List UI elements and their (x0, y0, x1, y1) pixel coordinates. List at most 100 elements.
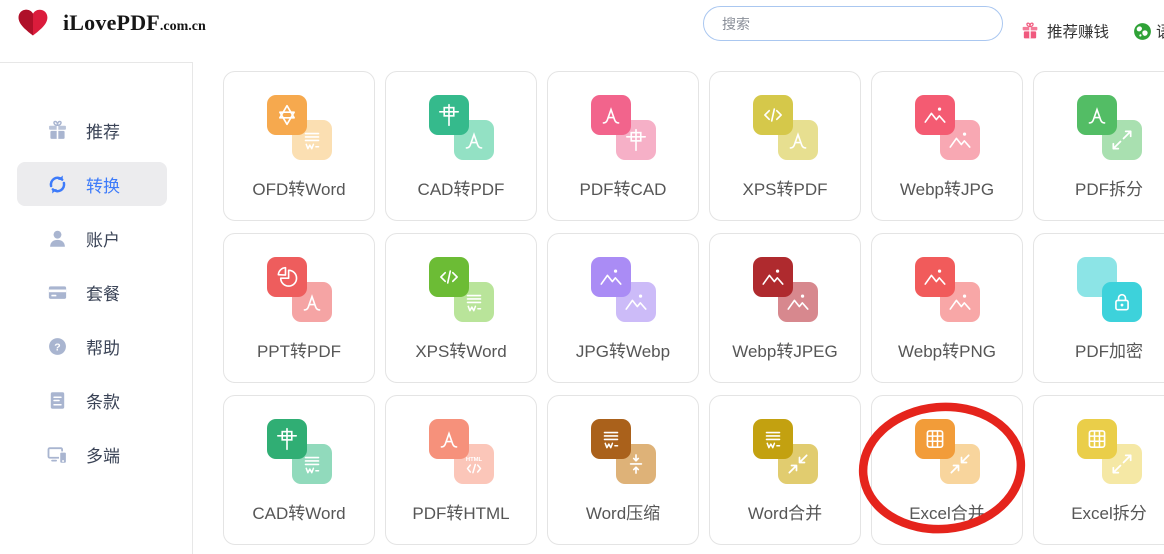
globe-icon (1132, 21, 1153, 42)
code-glyph-icon (760, 102, 786, 128)
icon-front-square (267, 257, 307, 297)
tool-card-jpg-to-webp[interactable]: JPG转Webp (547, 233, 699, 383)
tool-icon-jpg-to-webp (591, 257, 656, 322)
tool-card-label: Word合并 (748, 499, 822, 524)
icon-front-square (429, 419, 469, 459)
icon-front-square (753, 95, 793, 135)
sidebar-item-multi-device[interactable]: 多端 (17, 432, 167, 476)
tool-card-label: PPT转PDF (257, 337, 341, 362)
language-label: 语言 (1156, 20, 1164, 42)
sidebar-item-recommend[interactable]: 推荐 (17, 108, 167, 152)
site-logo[interactable]: iLovePDF.com.cn (16, 7, 206, 38)
tool-card-excel-merge[interactable]: Excel合并 (871, 395, 1023, 545)
brand-name: iLovePDF.com.cn (63, 10, 206, 36)
sidebar-item-label: 条款 (86, 388, 120, 413)
tools-grid: OFD转Word CAD转PDF PDF转CAD XPS转PDF Webp转JP… (223, 71, 1164, 545)
icon-front-square (429, 257, 469, 297)
sidebar-item-label: 账户 (86, 226, 120, 251)
tool-card-webp-to-png[interactable]: Webp转PNG (871, 233, 1023, 383)
code-glyph-icon (436, 264, 462, 290)
search-input[interactable] (703, 6, 1003, 41)
gift-icon (46, 119, 69, 142)
tool-card-xps-to-pdf[interactable]: XPS转PDF (709, 71, 861, 221)
tool-card-label: PDF转CAD (580, 175, 667, 200)
icon-front-square (915, 257, 955, 297)
tool-icon-word-compress (591, 419, 656, 484)
heart-logo-icon (16, 7, 50, 38)
tool-card-label: JPG转Webp (576, 337, 670, 362)
tool-icon-cad-to-word (267, 419, 332, 484)
tool-card-label: PDF拆分 (1075, 175, 1143, 200)
tool-card-label: XPS转Word (415, 337, 506, 362)
sidebar-item-help[interactable]: 帮助 (17, 324, 167, 368)
icon-front-square (267, 419, 307, 459)
tool-icon-webp-to-jpg (915, 95, 980, 160)
tool-icon-xps-to-word (429, 257, 494, 322)
tool-card-label: PDF加密 (1075, 337, 1143, 362)
tool-card-pdf-protect[interactable]: PDF加密 (1033, 233, 1164, 383)
tool-card-label: Word压缩 (586, 499, 660, 524)
sidebar-item-plans[interactable]: 套餐 (17, 270, 167, 314)
tool-icon-webp-to-png (915, 257, 980, 322)
image-glyph-icon (760, 264, 786, 290)
gift-icon (1020, 21, 1040, 41)
pie-glyph-icon (274, 264, 300, 290)
lock-glyph-icon (1109, 289, 1135, 315)
icon-front-square (753, 419, 793, 459)
image-glyph-icon (922, 102, 948, 128)
referral-label: 推荐赚钱 (1047, 20, 1109, 42)
tool-icon-word-merge (753, 419, 818, 484)
tool-card-cad-to-word[interactable]: CAD转Word (223, 395, 375, 545)
document-icon (46, 389, 69, 412)
user-icon (46, 227, 69, 250)
tool-card-cad-to-pdf[interactable]: CAD转PDF (385, 71, 537, 221)
tool-card-label: CAD转PDF (418, 175, 505, 200)
tool-card-label: Webp转JPEG (732, 337, 838, 362)
tool-icon-pdf-protect (1077, 257, 1142, 322)
tool-card-word-compress[interactable]: Word压缩 (547, 395, 699, 545)
referral-link[interactable]: 推荐赚钱 (1020, 0, 1109, 62)
word-glyph-icon (598, 426, 624, 452)
tool-card-pdf-split[interactable]: PDF拆分 (1033, 71, 1164, 221)
tool-icon-excel-merge (915, 419, 980, 484)
icon-front-square (267, 95, 307, 135)
credit-card-icon (46, 281, 69, 304)
devices-icon (46, 443, 69, 466)
sidebar-item-convert[interactable]: 转换 (17, 162, 167, 206)
icon-front-square (591, 419, 631, 459)
image-glyph-icon (922, 264, 948, 290)
sidebar-nav: 推荐 转换 账户 套餐 帮助 条款 多端 (0, 62, 193, 554)
icon-front-square (429, 95, 469, 135)
tool-card-word-merge[interactable]: Word合并 (709, 395, 861, 545)
tool-card-label: PDF转HTML (412, 499, 509, 524)
tool-card-ppt-to-pdf[interactable]: PPT转PDF (223, 233, 375, 383)
sidebar-item-label: 套餐 (86, 280, 120, 305)
icon-front-square (753, 257, 793, 297)
sidebar-item-account[interactable]: 账户 (17, 216, 167, 260)
language-link[interactable]: 语言 (1132, 0, 1164, 62)
tool-card-webp-to-jpg[interactable]: Webp转JPG (871, 71, 1023, 221)
tool-icon-cad-to-pdf (429, 95, 494, 160)
word-glyph-icon (760, 426, 786, 452)
tool-icon-pdf-split (1077, 95, 1142, 160)
pdf-glyph-icon (436, 426, 462, 452)
sidebar-item-label: 多端 (86, 442, 120, 467)
tool-card-label: CAD转Word (252, 499, 345, 524)
tool-card-webp-to-jpeg[interactable]: Webp转JPEG (709, 233, 861, 383)
tool-card-pdf-to-html[interactable]: PDF转HTML (385, 395, 537, 545)
tool-card-ofd-to-word[interactable]: OFD转Word (223, 71, 375, 221)
tool-icon-ppt-to-pdf (267, 257, 332, 322)
cad-glyph-icon (274, 426, 300, 452)
sidebar-item-terms[interactable]: 条款 (17, 378, 167, 422)
icon-front-square (1102, 282, 1142, 322)
pdf-glyph-icon (598, 102, 624, 128)
brand-suffix: .com.cn (160, 19, 206, 34)
tool-card-pdf-to-cad[interactable]: PDF转CAD (547, 71, 699, 221)
grid-glyph-icon (1084, 426, 1110, 452)
icon-front-square (591, 95, 631, 135)
tool-icon-pdf-to-cad (591, 95, 656, 160)
tool-card-excel-split[interactable]: Excel拆分 (1033, 395, 1164, 545)
tool-icon-pdf-to-html (429, 419, 494, 484)
tool-card-xps-to-word[interactable]: XPS转Word (385, 233, 537, 383)
brand-text: iLovePDF (63, 10, 160, 35)
